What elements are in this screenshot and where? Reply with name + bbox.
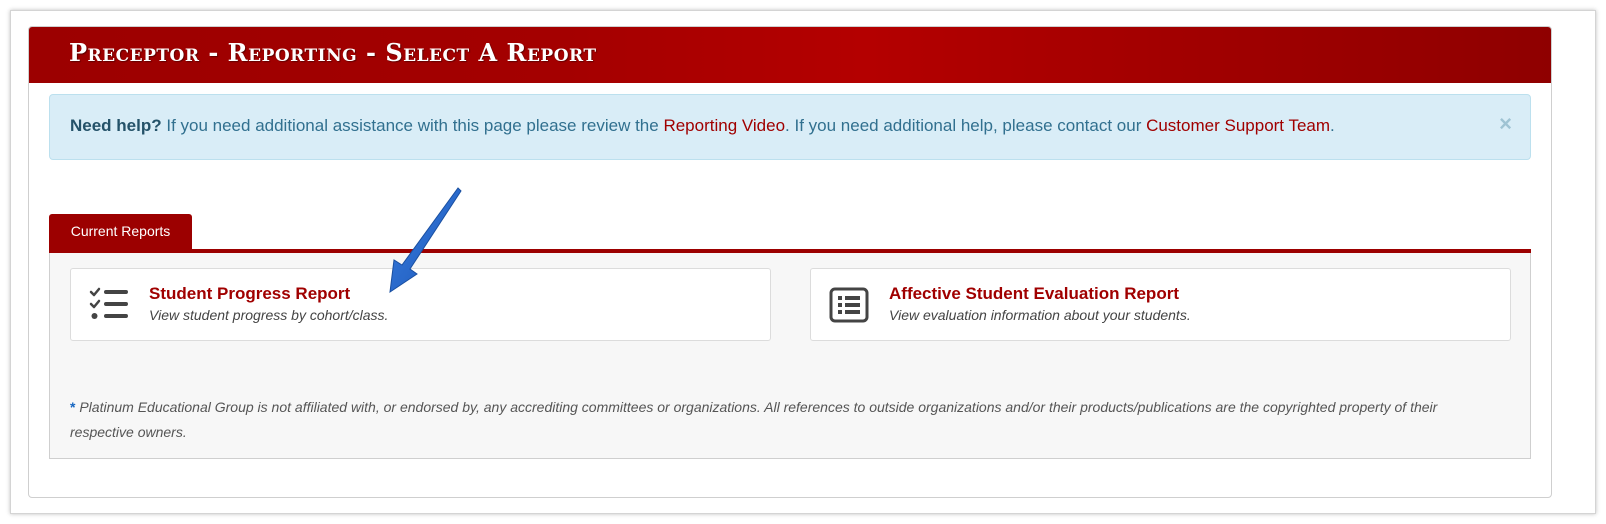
checklist-icon bbox=[89, 287, 128, 319]
reporting-panel: Preceptor - Reporting - Select A Report … bbox=[28, 26, 1552, 498]
close-alert-button[interactable]: × bbox=[1499, 113, 1512, 135]
affective-evaluation-report-link[interactable]: Affective Student Evaluation Report bbox=[889, 284, 1179, 304]
reporting-video-link[interactable]: Reporting Video bbox=[663, 116, 785, 135]
tab-current-reports[interactable]: Current Reports bbox=[49, 214, 192, 249]
help-alert-text-3: . bbox=[1330, 116, 1335, 135]
disclaimer-footnote: * Platinum Educational Group is not affi… bbox=[70, 395, 1500, 445]
help-alert-lead: Need help? bbox=[70, 116, 162, 135]
footnote-text: Platinum Educational Group is not affili… bbox=[70, 399, 1438, 440]
student-progress-report-card[interactable]: Student Progress Report View student pro… bbox=[70, 268, 771, 341]
student-progress-report-link[interactable]: Student Progress Report bbox=[149, 284, 350, 304]
page-title: Preceptor - Reporting - Select A Report bbox=[69, 38, 597, 67]
screen: Preceptor - Reporting - Select A Report … bbox=[0, 0, 1606, 524]
panel-header: Preceptor - Reporting - Select A Report bbox=[29, 27, 1551, 83]
help-alert: Need help? If you need additional assist… bbox=[49, 94, 1531, 160]
help-alert-text-1: If you need additional assistance with t… bbox=[161, 116, 664, 135]
affective-evaluation-report-description: View evaluation information about your s… bbox=[889, 307, 1191, 323]
tab-content-current-reports: Student Progress Report View student pro… bbox=[49, 253, 1531, 459]
customer-support-link[interactable]: Customer Support Team bbox=[1146, 116, 1330, 135]
help-alert-text: Need help? If you need additional assist… bbox=[70, 116, 1335, 136]
list-alt-icon bbox=[829, 287, 869, 323]
student-progress-report-description: View student progress by cohort/class. bbox=[149, 307, 389, 323]
help-alert-text-2: . If you need additional help, please co… bbox=[785, 116, 1147, 135]
affective-evaluation-report-card[interactable]: Affective Student Evaluation Report View… bbox=[810, 268, 1511, 341]
